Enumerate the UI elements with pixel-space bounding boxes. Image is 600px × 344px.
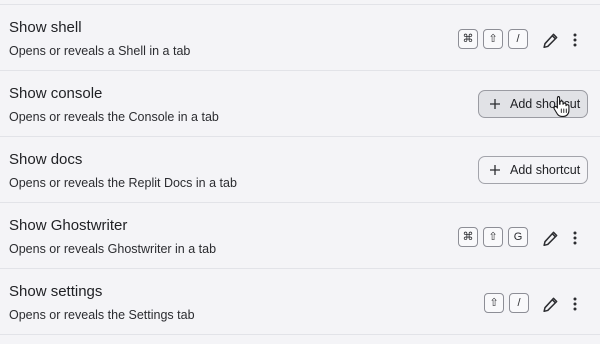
pencil-icon[interactable]	[541, 295, 559, 313]
command-description: Opens or reveals the Replit Docs in a ta…	[9, 176, 237, 190]
key-slash: /	[509, 293, 529, 313]
command-description: Opens or reveals the Console in a tab	[9, 110, 219, 124]
command-title: Show console	[9, 85, 103, 102]
command-title: Show docs	[9, 151, 83, 168]
command-description: Opens or reveals Ghostwriter in a tab	[9, 242, 217, 256]
more-vertical-icon[interactable]	[566, 31, 584, 49]
plus-icon	[489, 164, 501, 176]
add-shortcut-button[interactable]: Add shortcut	[478, 156, 588, 184]
pointer-hand-cursor	[552, 95, 572, 117]
key-g: G	[508, 227, 528, 247]
command-title: Show Ghostwriter	[9, 217, 128, 234]
pencil-icon[interactable]	[541, 229, 559, 247]
shortcuts-panel: Show shell Opens or reveals a Shell in a…	[0, 0, 600, 344]
shortcut-keys: ⌘ ⇧ G	[458, 227, 528, 247]
shortcut-keys: ⌘ ⇧ /	[458, 29, 528, 49]
key-slash: /	[508, 29, 528, 49]
shortcut-row-show-console: Show console Opens or reveals the Consol…	[0, 71, 600, 137]
shortcut-keys: ⇧ /	[484, 293, 529, 313]
shortcut-row-show-ghostwriter: Show Ghostwriter Opens or reveals Ghostw…	[0, 203, 600, 269]
command-description: Opens or reveals a Shell in a tab	[9, 44, 191, 58]
key-shift: ⇧	[483, 29, 503, 49]
command-description: Opens or reveals the Settings tab	[9, 308, 195, 322]
shortcut-row-show-docs: Show docs Opens or reveals the Replit Do…	[0, 137, 600, 203]
key-cmd: ⌘	[458, 227, 478, 247]
key-cmd: ⌘	[458, 29, 478, 49]
pencil-icon[interactable]	[541, 31, 559, 49]
more-vertical-icon[interactable]	[566, 295, 584, 313]
more-vertical-icon[interactable]	[566, 229, 584, 247]
plus-icon	[489, 98, 501, 110]
command-title: Show shell	[9, 19, 82, 36]
add-shortcut-label: Add shortcut	[510, 163, 581, 177]
key-shift: ⇧	[483, 227, 503, 247]
key-shift: ⇧	[484, 293, 504, 313]
shortcut-row-show-shell: Show shell Opens or reveals a Shell in a…	[0, 5, 600, 71]
shortcut-row-show-settings: Show settings Opens or reveals the Setti…	[0, 269, 600, 335]
command-title: Show settings	[9, 283, 103, 300]
row-divider	[0, 334, 600, 335]
